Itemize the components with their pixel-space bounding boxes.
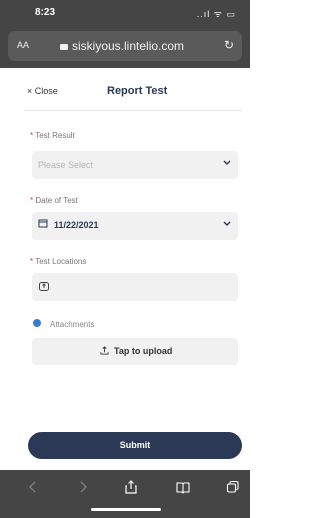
submit-button[interactable]: Submit <box>28 432 242 459</box>
back-icon[interactable] <box>26 480 40 494</box>
chevron-down-icon <box>223 221 231 226</box>
test-result-select[interactable]: Please Select <box>32 151 238 179</box>
forward-icon[interactable] <box>76 480 90 494</box>
status-signal: ..ıl ᯤ ▭ <box>196 9 236 19</box>
tabs-icon[interactable] <box>226 480 240 494</box>
test-result-label: * Test Result <box>30 131 75 140</box>
upload-button[interactable]: Tap to upload <box>32 338 238 365</box>
test-result-placeholder: Please Select <box>38 160 94 170</box>
chevron-down-icon <box>223 160 231 165</box>
lock-icon <box>60 44 68 50</box>
header-divider <box>25 110 242 111</box>
address-bar[interactable]: AA siskiyous.lintelio.com ↻ <box>8 31 242 61</box>
upload-label: Tap to upload <box>114 346 173 356</box>
date-of-test-label: * Date of Test <box>30 196 78 205</box>
status-bar: 8:23 ..ıl ᯤ ▭ <box>0 0 250 28</box>
test-locations-label: * Test Locations <box>30 257 87 266</box>
reader-aa-button[interactable]: AA <box>17 40 29 50</box>
upload-icon <box>100 346 109 355</box>
close-button[interactable]: × Close <box>27 86 58 96</box>
share-icon[interactable] <box>124 480 138 494</box>
page-title: Report Test <box>107 85 168 97</box>
page-header: × Close Report Test <box>0 68 250 110</box>
status-time: 8:23 <box>35 7 56 18</box>
calendar-icon <box>38 219 48 228</box>
browser-bottom-toolbar <box>0 470 250 518</box>
attachments-label: Attachments <box>50 320 95 329</box>
browser-top-bar: 8:23 ..ıl ᯤ ▭ AA siskiyous.lintelio.com … <box>0 0 250 68</box>
info-icon <box>33 319 41 327</box>
url-value: siskiyous.lintelio.com <box>72 39 185 53</box>
upload-box-icon <box>39 282 49 291</box>
url-text: siskiyous.lintelio.com <box>60 39 184 53</box>
test-locations-field[interactable] <box>32 273 238 301</box>
reload-icon[interactable]: ↻ <box>224 38 234 52</box>
home-indicator <box>91 508 161 511</box>
date-value: 11/22/2021 <box>54 220 99 230</box>
bookmarks-icon[interactable] <box>176 480 190 494</box>
date-of-test-field[interactable]: 11/22/2021 <box>32 212 238 240</box>
